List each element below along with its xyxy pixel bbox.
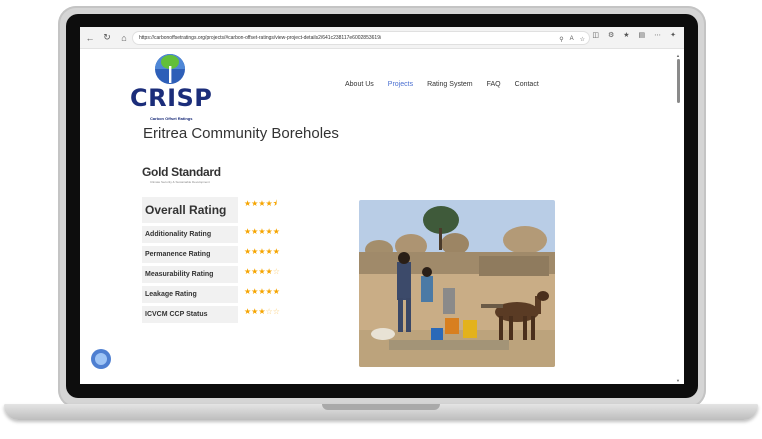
chat-bubble-icon[interactable] [91,349,111,369]
favorites-icon[interactable]: ★ [623,31,629,39]
star-icon: ★ [272,227,280,236]
browser-toolbar: ← ↻ ⌂ https://carbonoffsetratings.org/pr… [80,27,684,49]
address-text: https://carbonoffsetratings.org/projects… [139,35,382,41]
address-bar[interactable]: https://carbonoffsetratings.org/projects… [132,31,590,45]
rating-row: Permanence Rating ★★★★★ [142,246,280,263]
star-icon: ★ [272,247,280,256]
star-icon: ⯨ [272,199,277,208]
standard-name: Gold Standard [142,165,221,179]
nav-projects[interactable]: Projects [388,81,413,88]
rating-label: Measurability Rating [142,266,238,283]
rating-label: Overall Rating [142,197,238,223]
crisp-logo[interactable]: CRISP Carbon Offset Ratings [130,52,213,122]
copilot-icon[interactable]: ✦ [670,31,676,39]
star-rating: ★★★☆☆ [244,307,280,316]
star-icon: ★ [265,287,273,296]
collections-icon[interactable]: ▤ [639,31,646,39]
brand-tagline: Carbon Offset Ratings [150,116,193,121]
star-rating: ★★★★★ [244,287,280,296]
rating-row: Additionality Rating ★★★★★ [142,226,280,243]
star-icon: ★ [258,307,266,316]
nav-contact[interactable]: Contact [515,81,539,88]
brand-name: CRISP [130,84,213,112]
star-rating: ★★★★⯨ [244,198,277,212]
favorite-icon[interactable]: ☆ [580,36,585,43]
read-aloud-icon[interactable]: A [570,36,574,42]
refresh-icon[interactable]: ↻ [100,31,114,45]
star-icon: ★ [258,287,266,296]
star-icon: ☆ [272,267,280,276]
standard-tagline: Climate Security & Sustainable Developme… [150,180,210,184]
chat-inner-icon [95,353,107,365]
rating-row: ICVCM CCP Status ★★★☆☆ [142,306,280,323]
ratings-table: Overall Rating ★★★★⯨ Additionality Ratin… [142,197,280,326]
gold-standard-logo: Gold Standard Climate Security & Sustain… [142,165,221,184]
rating-row: Overall Rating ★★★★⯨ [142,197,277,223]
extensions-icon[interactable]: ⚙ [608,31,614,39]
rating-label: Leakage Rating [142,286,238,303]
rating-label: ICVCM CCP Status [142,306,238,323]
star-icon: ★ [258,227,266,236]
zoom-icon[interactable]: ⚲ [559,36,563,43]
star-rating: ★★★★☆ [244,267,280,276]
rating-label: Additionality Rating [142,226,238,243]
split-screen-icon[interactable]: ◫ [592,31,599,39]
nav-rating-system[interactable]: Rating System [427,81,473,88]
rating-row: Measurability Rating ★★★★☆ [142,266,280,283]
scroll-thumb[interactable] [677,59,680,103]
star-icon: ★ [258,247,266,256]
star-rating: ★★★★★ [244,227,280,236]
scroll-up-icon[interactable]: ▲ [676,53,680,58]
more-icon[interactable]: ⋯ [654,31,661,39]
star-icon: ☆ [272,307,280,316]
screen: ← ↻ ⌂ https://carbonoffsetratings.org/pr… [80,27,684,384]
page-scrollbar[interactable]: ▲ ▼ [676,53,681,383]
rating-row: Leakage Rating ★★★★★ [142,286,280,303]
star-icon: ★ [265,227,273,236]
project-photo [359,200,555,367]
main-navigation: About Us Projects Rating System FAQ Cont… [345,81,539,88]
page-title: Eritrea Community Boreholes [143,125,339,142]
star-icon: ★ [258,199,266,208]
star-icon: ☆ [265,307,273,316]
star-icon: ★ [265,199,273,208]
home-icon[interactable]: ⌂ [117,31,131,45]
nav-faq[interactable]: FAQ [487,81,501,88]
star-icon: ★ [272,287,280,296]
star-icon: ★ [265,247,273,256]
laptop-notch [322,404,440,410]
rating-label: Permanence Rating [142,246,238,263]
star-icon: ★ [258,267,266,276]
star-rating: ★★★★★ [244,247,280,256]
back-icon[interactable]: ← [83,31,97,45]
scroll-down-icon[interactable]: ▼ [676,378,680,383]
star-icon: ★ [265,267,273,276]
nav-about-us[interactable]: About Us [345,81,374,88]
